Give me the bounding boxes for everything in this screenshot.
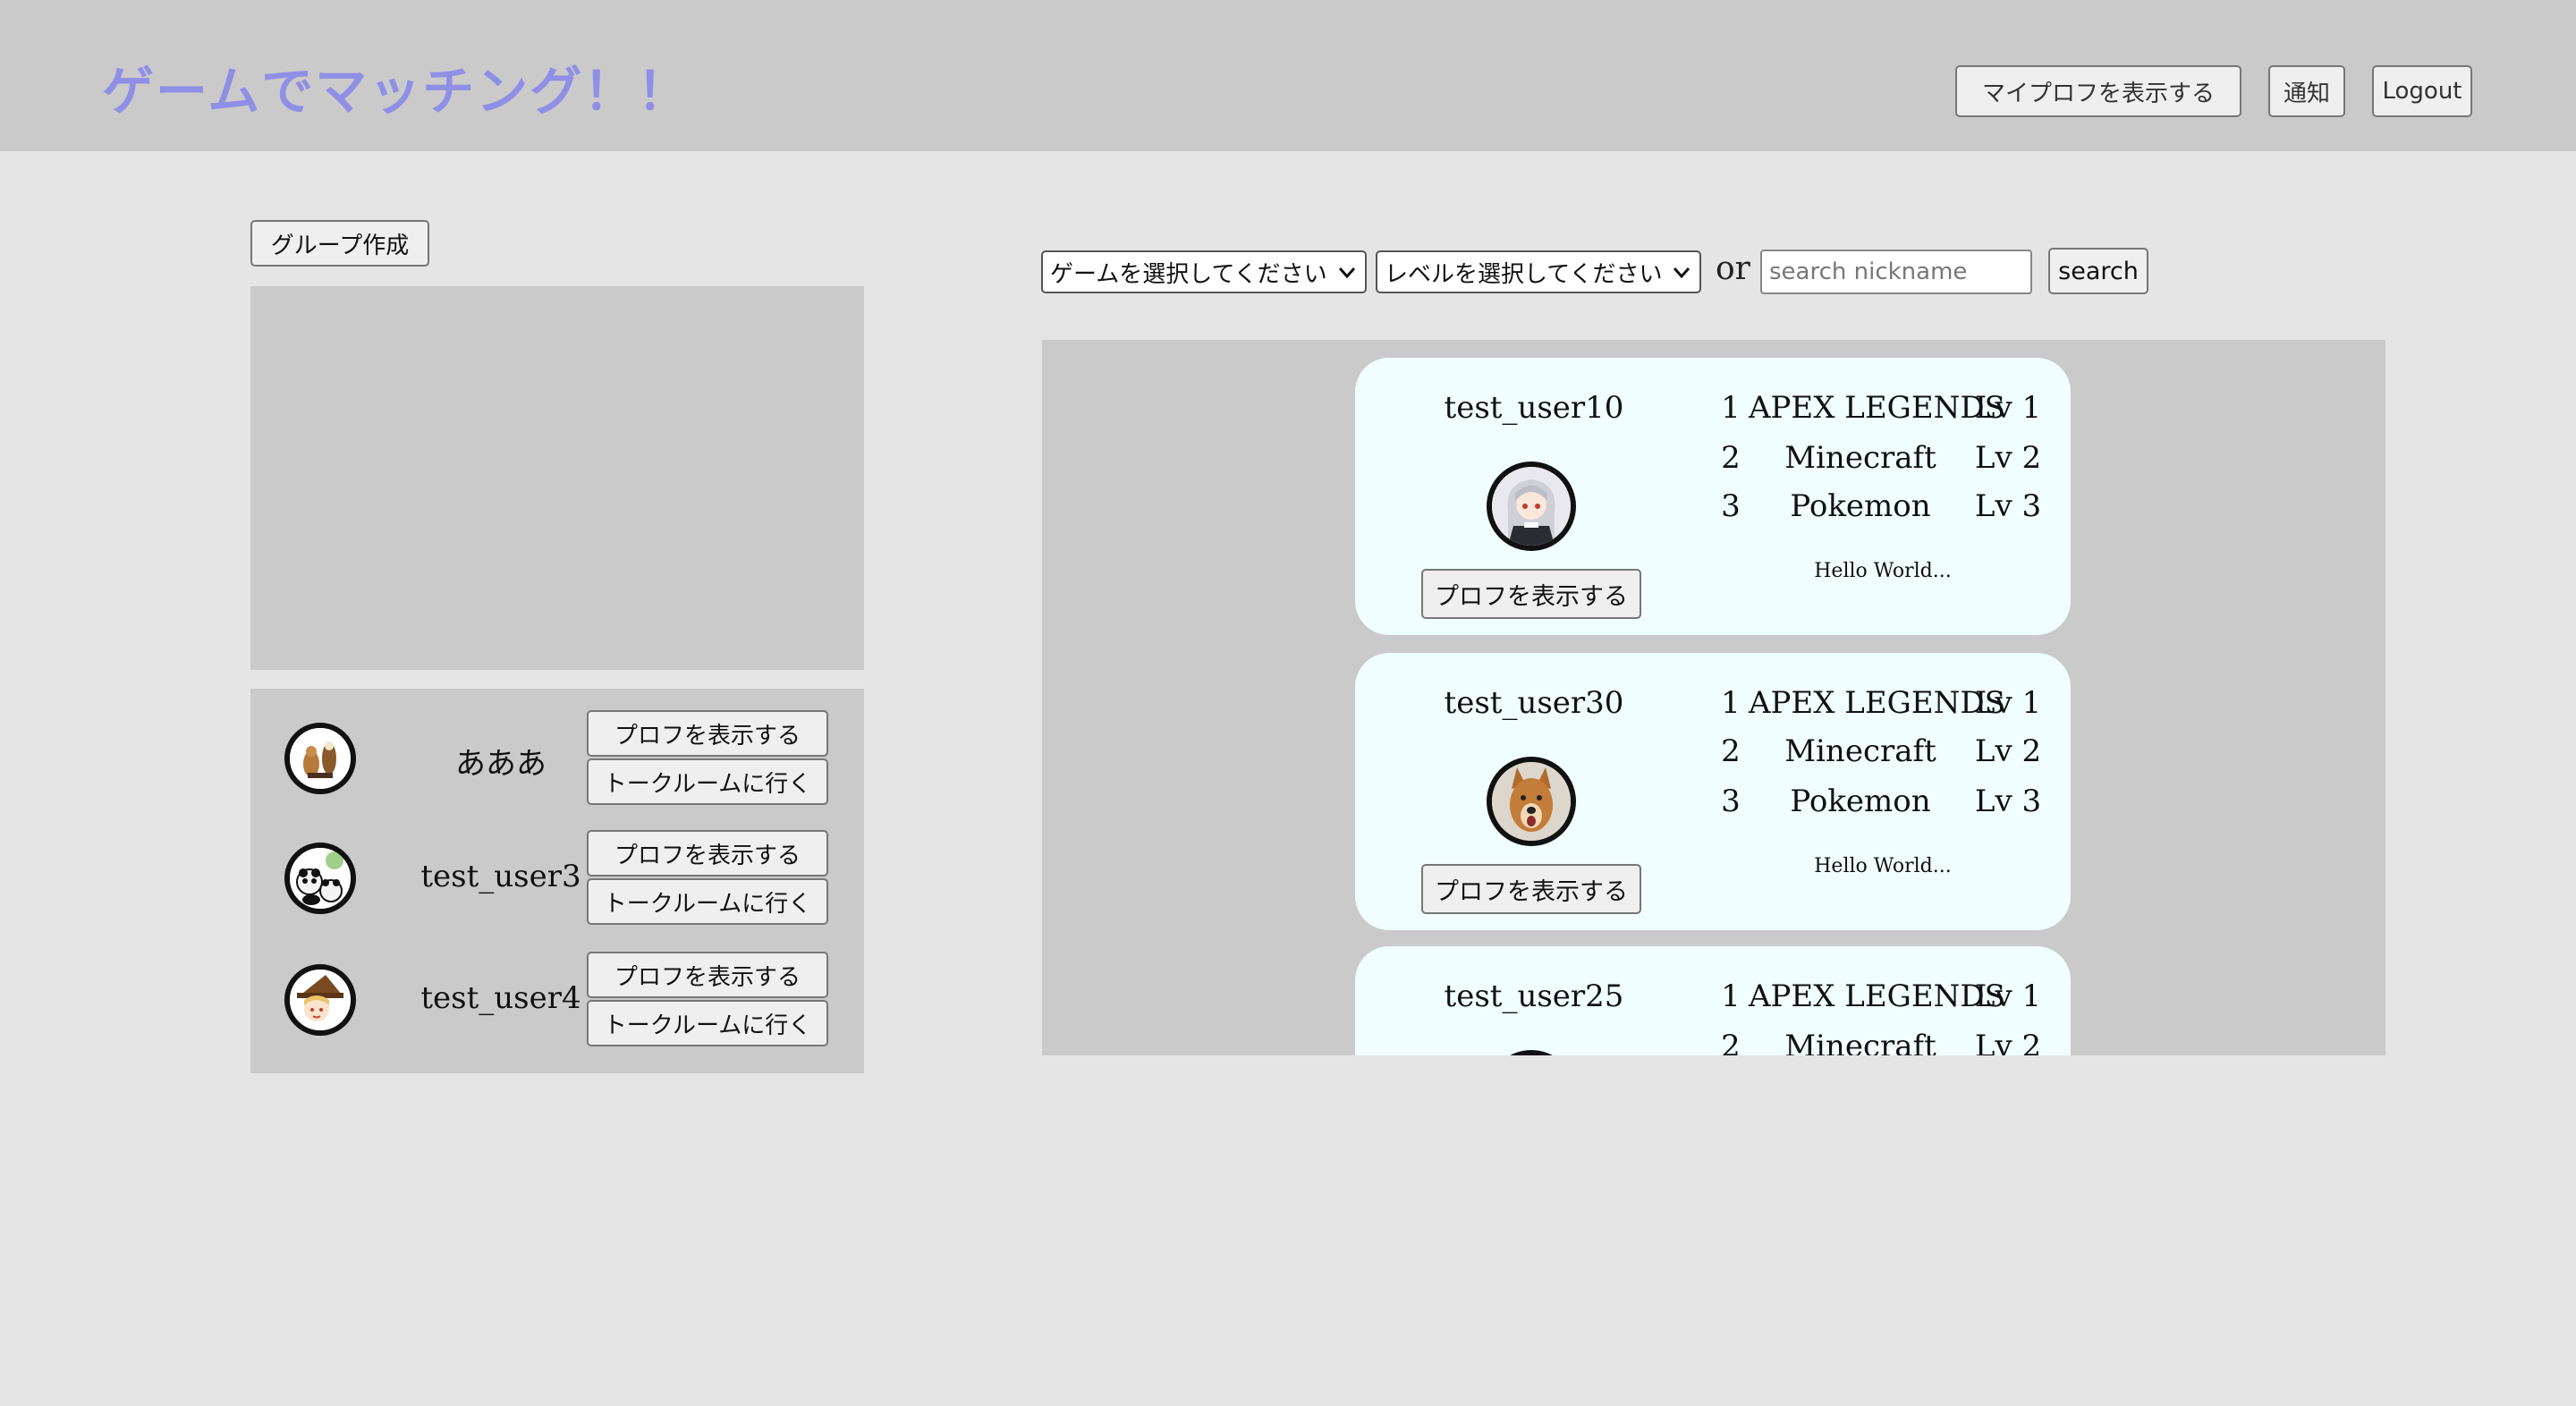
game-row: 1 APEX LEGENDS Lv 1 <box>1713 685 2053 730</box>
friend-row: test_user4 プロフを表示する トークルームに行く <box>250 946 864 1054</box>
level-select-value: レベルを選択してください <box>1385 260 1663 288</box>
or-label: or <box>1716 250 1750 287</box>
view-profile-button[interactable]: プロフを表示する <box>1421 569 1641 619</box>
notifications-button[interactable]: 通知 <box>2268 65 2345 117</box>
game-row: 1 APEX LEGENDS Lv 1 <box>1713 390 2053 435</box>
game-level: Lv 2 <box>1974 440 2042 476</box>
game-row: 2 Minecraft Lv 2 <box>1713 733 2053 778</box>
view-profile-button[interactable]: プロフを表示する <box>1421 864 1641 914</box>
game-row: 3 Pokemon Lv 3 <box>1713 488 2053 533</box>
user-name: test_user30 <box>1444 685 1624 721</box>
game-title: Minecraft <box>1784 440 1936 476</box>
user-card: test_user30 プロフを表示する 1 APEX LEGENDS Lv 1… <box>1355 653 2071 930</box>
my-profile-button[interactable]: マイプロフを表示する <box>1955 65 2241 117</box>
group-create-button[interactable]: グループ作成 <box>250 220 429 267</box>
game-level: Lv 1 <box>1974 685 2042 721</box>
game-level: Lv 3 <box>1974 488 2042 524</box>
game-row: 3 Pokemon Lv 3 <box>1713 783 2053 828</box>
level-select[interactable]: レベルを選択してください <box>1376 250 1701 293</box>
game-title: APEX LEGENDS <box>1749 685 2005 721</box>
game-rank: 2 <box>1721 440 1741 476</box>
friend-row: あああ プロフを表示する トークルームに行く <box>250 705 864 812</box>
game-rank: 1 <box>1721 390 1741 426</box>
dogs-avatar-icon <box>284 723 356 794</box>
dog-avatar-icon <box>1487 757 1576 846</box>
game-rank: 2 <box>1721 733 1741 769</box>
game-title: Minecraft <box>1784 733 1936 769</box>
user-card: test_user10 プロフを表示する 1 APEX LEGENDS Lv 1… <box>1355 358 2071 635</box>
chevron-down-icon <box>1336 259 1358 286</box>
witch-avatar-icon <box>284 964 356 1036</box>
game-level: Lv 2 <box>1974 733 2042 769</box>
view-profile-button[interactable]: プロフを表示する <box>587 830 828 877</box>
game-title: APEX LEGENDS <box>1749 390 2005 426</box>
header: ゲームでマッチング！！ マイプロフを表示する 通知 Logout <box>0 0 2576 151</box>
search-button[interactable]: search <box>2048 248 2148 294</box>
user-name: test_user25 <box>1444 978 1624 1014</box>
user-bio: Hello World... <box>1814 855 1952 877</box>
game-row: 1 APEX LEGENDS Lv 1 <box>1713 978 2053 1023</box>
user-avatar <box>1487 1050 1576 1055</box>
friend-row: test_user3 プロフを表示する トークルームに行く <box>250 825 864 932</box>
game-level: Lv 3 <box>1974 783 2042 819</box>
logout-button[interactable]: Logout <box>2372 65 2472 117</box>
chevron-down-icon <box>1671 259 1692 286</box>
game-title: Minecraft <box>1784 1029 1936 1055</box>
game-row: 2 Minecraft Lv 2 <box>1713 440 2053 485</box>
go-to-talkroom-button[interactable]: トークルームに行く <box>587 1000 828 1046</box>
game-select-value: ゲームを選択してください <box>1050 260 1327 288</box>
user-name: test_user10 <box>1444 390 1624 426</box>
view-profile-button[interactable]: プロフを表示する <box>587 952 828 998</box>
game-select[interactable]: ゲームを選択してください <box>1041 250 1367 293</box>
game-rank: 2 <box>1721 1029 1741 1055</box>
game-rank: 3 <box>1721 783 1741 819</box>
game-rank: 3 <box>1721 488 1741 524</box>
game-level: Lv 2 <box>1974 1029 2042 1055</box>
go-to-talkroom-button[interactable]: トークルームに行く <box>587 758 828 805</box>
game-title: Pokemon <box>1790 488 1931 524</box>
view-profile-button[interactable]: プロフを表示する <box>587 710 828 757</box>
go-to-talkroom-button[interactable]: トークルームに行く <box>587 878 828 925</box>
user-bio: Hello World... <box>1814 560 1952 582</box>
game-rank: 1 <box>1721 978 1741 1014</box>
game-title: APEX LEGENDS <box>1749 978 2005 1014</box>
user-card: test_user25 1 APEX LEGENDS Lv 1 2 Minecr… <box>1355 946 2071 1055</box>
friends-panel: あああ プロフを表示する トークルームに行く test_user3 プロフを表示… <box>250 689 864 1073</box>
group-list-panel <box>250 286 864 670</box>
game-level: Lv 1 <box>1974 390 2042 426</box>
site-title[interactable]: ゲームでマッチング！！ <box>102 49 691 124</box>
game-row: 2 Minecraft Lv 2 <box>1713 1029 2053 1055</box>
game-title: Pokemon <box>1790 783 1931 819</box>
game-level: Lv 1 <box>1974 978 2042 1014</box>
search-results-panel: test_user10 プロフを表示する 1 APEX LEGENDS Lv 1… <box>1042 340 2385 1055</box>
anime-girl-avatar-icon <box>1487 462 1576 551</box>
game-rank: 1 <box>1721 685 1741 721</box>
panda-avatar-icon <box>284 843 356 914</box>
search-nickname-input[interactable] <box>1760 250 2032 294</box>
